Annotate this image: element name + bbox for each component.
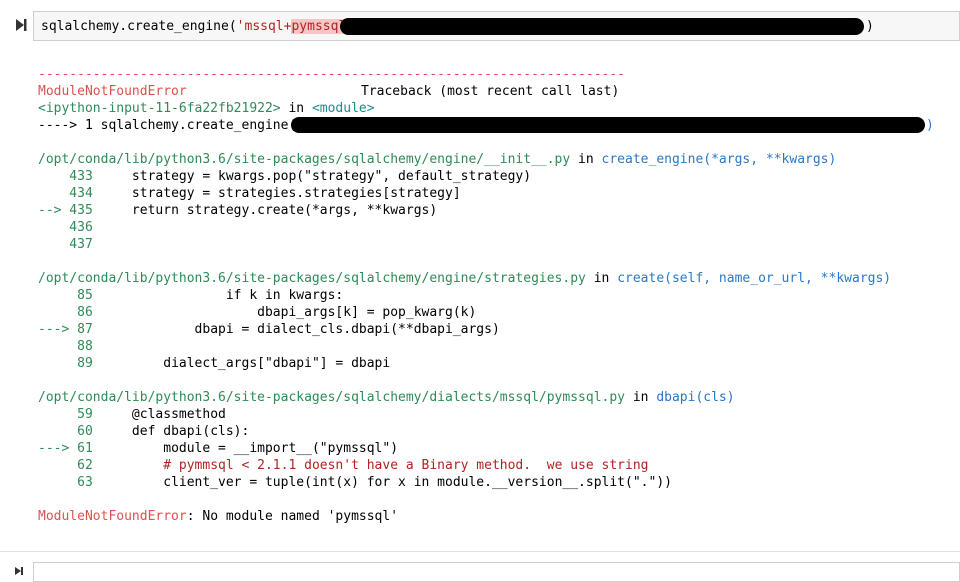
frame-path: /opt/conda/lib/python3.6/site-packages/s… <box>38 152 837 167</box>
code-line: 85 if k in kwargs: <box>38 288 344 303</box>
code-line: 89 dialect_args["dbapi"] = dbapi <box>38 356 391 371</box>
traceback-divider: ----------------------------------------… <box>38 67 625 82</box>
closing-paren: ) <box>866 19 874 34</box>
frame-path: /opt/conda/lib/python3.6/site-packages/s… <box>38 271 892 286</box>
run-cell-icon[interactable] <box>14 18 28 32</box>
traceback-header: ModuleNotFoundError Traceback (most recen… <box>38 84 620 99</box>
next-code-input-cell[interactable] <box>33 562 960 582</box>
code-line: 437 <box>38 237 93 252</box>
code-line: --> 435 return strategy.create(*args, **… <box>38 203 438 218</box>
final-error: ModuleNotFoundError: No module named 'py… <box>38 509 399 524</box>
frame-path: /opt/conda/lib/python3.6/site-packages/s… <box>38 390 735 405</box>
code-line: 60 def dbapi(cls): <box>38 424 250 439</box>
code-line: ---> 87 dbapi = dialect_cls.dbapi(**dbap… <box>38 322 500 337</box>
run-cell-icon[interactable] <box>14 566 24 576</box>
redacted-connection-string <box>340 18 864 35</box>
code-line: 434 strategy = strategies.strategies[str… <box>38 186 461 201</box>
code-line: 88 <box>38 339 93 354</box>
redacted-arrow-args <box>291 117 925 133</box>
arrow-line-close: ) <box>926 118 934 133</box>
code-line: 433 strategy = kwargs.pop("strategy", de… <box>38 169 532 184</box>
code-input-cell[interactable]: sqlalchemy.create_engine('mssql+pymssql:… <box>33 11 960 41</box>
code-line: 86 dbapi_args[k] = pop_kwarg(k) <box>38 305 477 320</box>
arrow-line: ----> 1 sqlalchemy.create_engine( <box>38 118 297 133</box>
input-reference: <ipython-input-11-6fa22fb21922> in <modu… <box>38 101 375 116</box>
code-line: 436 <box>38 220 93 235</box>
code-line: sqlalchemy.create_engine('mssql+pymssql: <box>41 19 355 34</box>
cell-divider <box>0 551 960 552</box>
code-line: 59 @classmethod <box>38 407 226 422</box>
code-line: 62 # pymmsql < 2.1.1 doesn't have a Bina… <box>38 458 649 473</box>
code-line: 63 client_ver = tuple(int(x) for x in mo… <box>38 475 672 490</box>
code-line: ---> 61 module = __import__("pymssql") <box>38 441 399 456</box>
